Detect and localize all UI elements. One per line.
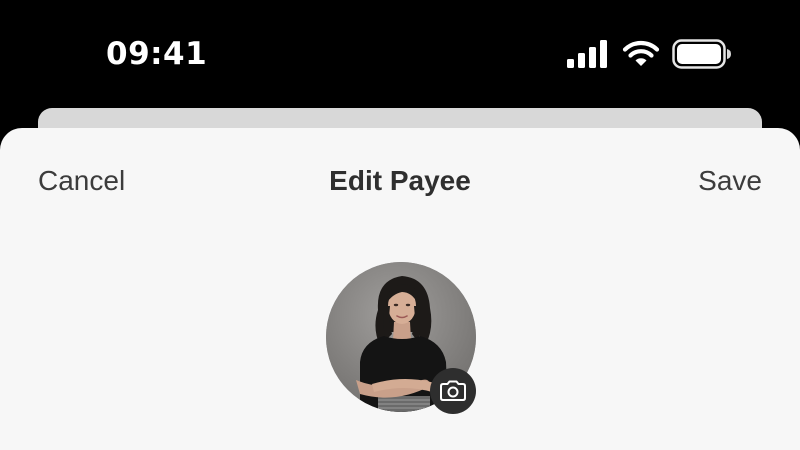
camera-icon [440,380,466,401]
save-button[interactable]: Save [698,164,762,198]
page-title: Edit Payee [329,165,471,196]
wifi-icon [622,41,660,66]
cellular-signal-icon [567,40,607,68]
battery-icon [672,39,731,69]
status-bar: 09:41 [0,0,800,108]
phone-screen: 09:41 Cancel Edit Payee Save [0,0,800,450]
nav-bar: Cancel Edit Payee Save [0,128,800,236]
avatar-container [326,262,476,414]
status-time: 09:41 [106,36,208,72]
change-photo-button[interactable] [430,368,476,414]
status-icons [566,38,732,70]
edit-payee-sheet: Cancel Edit Payee Save [0,128,800,450]
